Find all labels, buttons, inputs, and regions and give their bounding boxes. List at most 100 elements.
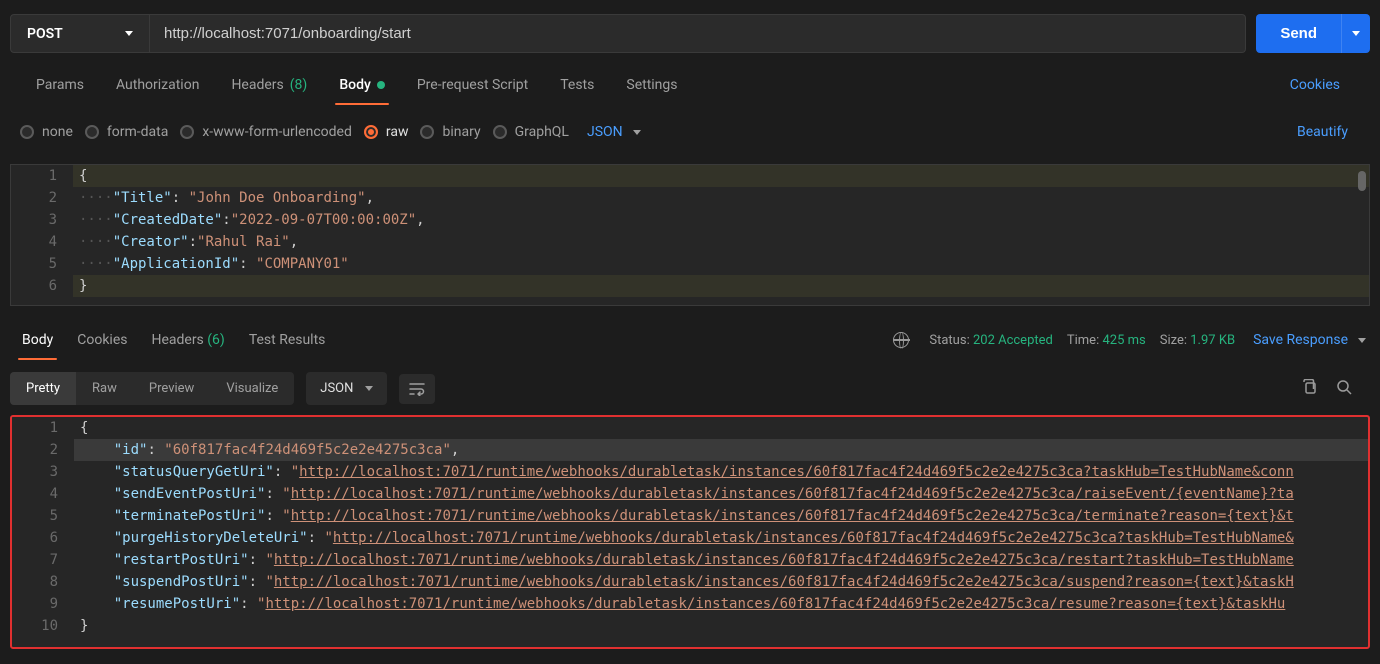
request-bar: POST Send	[0, 0, 1380, 67]
code-text: "COMPANY01"	[256, 256, 349, 272]
line-number: 4	[11, 231, 73, 253]
tab-body[interactable]: Body	[323, 67, 401, 103]
body-graphql[interactable]: GraphQL	[493, 124, 569, 140]
radio-icon	[364, 125, 378, 139]
code-text: "suspendPostUri"	[114, 574, 249, 590]
code-text: "Rahul Rai"	[197, 234, 290, 250]
chevron-down-icon	[365, 386, 373, 391]
line-number: 1	[11, 165, 73, 187]
body-formdata[interactable]: form-data	[85, 124, 168, 140]
tab-settings[interactable]: Settings	[610, 67, 693, 103]
beautify-link[interactable]: Beautify	[1277, 114, 1360, 150]
response-actions	[1302, 379, 1370, 399]
tab-prerequest[interactable]: Pre-request Script	[401, 67, 544, 103]
url-input[interactable]	[150, 14, 1246, 53]
save-response-label: Save Response	[1253, 332, 1348, 348]
code-text: "2022-09-07T00:00:00Z"	[231, 212, 416, 228]
method-label: POST	[27, 26, 63, 42]
code-text: }	[80, 618, 88, 634]
view-preview[interactable]: Preview	[133, 372, 210, 405]
view-visualize[interactable]: Visualize	[210, 372, 294, 405]
view-raw[interactable]: Raw	[76, 372, 133, 405]
body-format-label: JSON	[587, 124, 623, 140]
save-response-dropdown[interactable]: Save Response	[1253, 332, 1366, 348]
request-tabs: Params Authorization Headers (8) Body Pr…	[0, 67, 1380, 104]
response-format-dropdown[interactable]: JSON	[306, 372, 387, 405]
code-text: "restartPostUri"	[114, 552, 249, 568]
headers-count: (8)	[290, 77, 308, 93]
line-number: 7	[12, 549, 74, 571]
body-type-row: none form-data x-www-form-urlencoded raw…	[0, 104, 1380, 160]
send-dropdown-button[interactable]	[1341, 14, 1370, 53]
resp-tab-body[interactable]: Body	[10, 324, 65, 356]
resp-tab-testresults[interactable]: Test Results	[237, 324, 338, 356]
send-button[interactable]: Send	[1256, 14, 1341, 53]
line-number: 1	[12, 417, 74, 439]
response-format-label: JSON	[320, 381, 353, 396]
tab-headers-label: Headers	[231, 77, 283, 93]
copy-icon[interactable]	[1302, 379, 1318, 399]
response-header: Body Cookies Headers (6) Test Results St…	[0, 314, 1380, 362]
chevron-down-icon	[1358, 338, 1366, 343]
line-number: 3	[11, 209, 73, 231]
globe-icon[interactable]	[893, 332, 909, 348]
time-label: Time:	[1067, 333, 1099, 348]
code-text: http://localhost:7071/runtime/webhooks/d…	[291, 508, 1294, 524]
wrap-icon	[409, 382, 425, 396]
chevron-down-icon	[1352, 31, 1360, 36]
body-urlencoded[interactable]: x-www-form-urlencoded	[180, 124, 352, 140]
view-tabs: Pretty Raw Preview Visualize	[10, 372, 294, 405]
chevron-down-icon	[633, 130, 641, 135]
line-number: 9	[12, 593, 74, 615]
resp-tab-headers[interactable]: Headers (6)	[139, 324, 236, 356]
body-format-dropdown[interactable]: JSON	[587, 124, 641, 140]
code-text: "statusQueryGetUri"	[114, 464, 274, 480]
size-label: Size:	[1160, 333, 1187, 348]
code-text: http://localhost:7071/runtime/webhooks/d…	[291, 486, 1294, 502]
radio-icon	[493, 125, 507, 139]
tab-authorization[interactable]: Authorization	[100, 67, 215, 103]
body-binary[interactable]: binary	[420, 124, 480, 140]
line-number: 6	[12, 527, 74, 549]
body-raw[interactable]: raw	[364, 124, 409, 140]
code-text: "purgeHistoryDeleteUri"	[114, 530, 308, 546]
line-number: 10	[12, 615, 74, 637]
line-number: 4	[12, 483, 74, 505]
chevron-down-icon	[125, 31, 133, 36]
code-text: }	[79, 278, 87, 294]
code-text: "terminatePostUri"	[114, 508, 266, 524]
status-value: 202 Accepted	[973, 333, 1053, 348]
tab-headers[interactable]: Headers (8)	[215, 67, 323, 103]
wrap-line-button[interactable]	[399, 374, 435, 404]
code-text: "60f817fac4f24d469f5c2e2e4275c3ca"	[164, 442, 451, 458]
method-select[interactable]: POST	[10, 14, 150, 53]
line-number: 2	[12, 439, 74, 461]
response-body-editor[interactable]: 1{ 2 "id": "60f817fac4f24d469f5c2e2e4275…	[10, 415, 1370, 649]
code-text: "John Doe Onboarding"	[189, 190, 366, 206]
radio-label: none	[42, 124, 73, 140]
time-value: 425 ms	[1102, 333, 1145, 348]
cookies-link[interactable]: Cookies	[1270, 67, 1360, 103]
code-text: http://localhost:7071/runtime/webhooks/d…	[265, 596, 1285, 612]
line-number: 8	[12, 571, 74, 593]
resp-tab-cookies[interactable]: Cookies	[65, 324, 139, 356]
code-text: "Creator"	[113, 234, 189, 250]
tab-params[interactable]: Params	[20, 67, 100, 103]
tab-tests[interactable]: Tests	[544, 67, 610, 103]
line-number: 2	[11, 187, 73, 209]
radio-label: binary	[442, 124, 480, 140]
code-text: http://localhost:7071/runtime/webhooks/d…	[299, 464, 1294, 480]
request-body-editor[interactable]: 1{ 2····"Title": "John Doe Onboarding", …	[10, 164, 1370, 306]
line-number: 5	[11, 253, 73, 275]
code-text: "CreatedDate"	[113, 212, 223, 228]
view-pretty[interactable]: Pretty	[10, 372, 76, 405]
tab-body-label: Body	[339, 77, 371, 93]
body-none[interactable]: none	[20, 124, 73, 140]
code-text: "Title"	[113, 190, 172, 206]
code-text: http://localhost:7071/runtime/webhooks/d…	[333, 530, 1294, 546]
code-text: "sendEventPostUri"	[114, 486, 266, 502]
code-text: http://localhost:7071/runtime/webhooks/d…	[274, 574, 1294, 590]
scrollbar[interactable]	[1358, 171, 1366, 191]
search-icon[interactable]	[1336, 379, 1352, 399]
radio-icon	[180, 125, 194, 139]
